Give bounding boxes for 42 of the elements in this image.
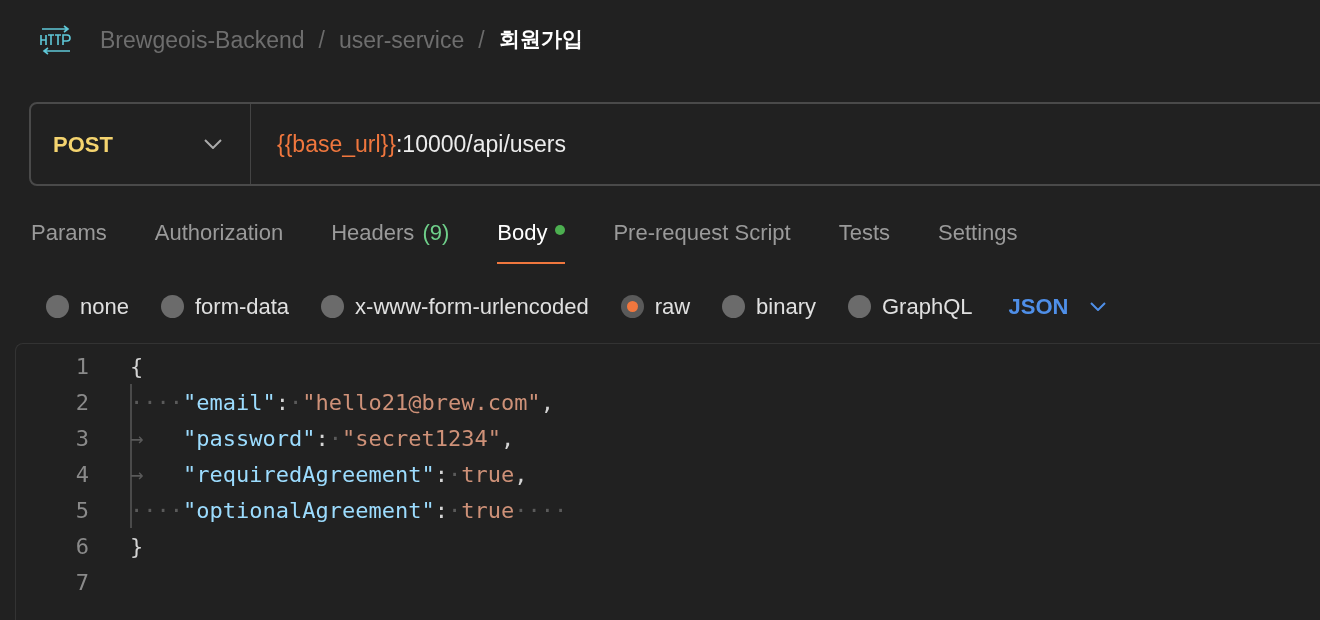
line-number: 4 bbox=[74, 460, 89, 489]
code-line: { bbox=[130, 352, 144, 381]
radio-button[interactable] bbox=[160, 294, 184, 318]
breadcrumb-separator: / bbox=[318, 25, 325, 55]
url-input[interactable]: {{base_url}}:10000/api/users bbox=[277, 126, 567, 162]
http-icon bbox=[38, 25, 74, 55]
radio-option[interactable]: GraphQL bbox=[848, 289, 973, 323]
line-number: 5 bbox=[74, 496, 89, 525]
radio-button[interactable] bbox=[46, 294, 69, 318]
code-line: } bbox=[130, 532, 144, 561]
radio-option[interactable]: none bbox=[46, 289, 129, 323]
radio-option[interactable]: raw bbox=[620, 289, 691, 323]
code-line: ····"email":·"hello21@brew.com", bbox=[130, 388, 554, 417]
chevron-down-icon bbox=[1090, 301, 1107, 311]
radio-option[interactable]: binary bbox=[722, 289, 816, 323]
line-number: 1 bbox=[74, 352, 89, 381]
code-line: ····"optionalAgreement":·true···· bbox=[130, 496, 568, 525]
format-dropdown[interactable]: JSON bbox=[1008, 289, 1107, 323]
tab[interactable]: Body bbox=[497, 216, 566, 264]
method-dropdown[interactable]: POST bbox=[31, 104, 251, 184]
radio-button[interactable] bbox=[620, 294, 644, 318]
breadcrumb-item[interactable]: 회원가입 bbox=[498, 24, 583, 56]
tab[interactable]: Settings bbox=[938, 216, 1018, 264]
tab[interactable]: Headers (9) bbox=[331, 216, 450, 264]
tab[interactable]: Pre-request Script bbox=[613, 216, 791, 264]
radio-button[interactable] bbox=[321, 294, 345, 318]
breadcrumb-separator: / bbox=[478, 25, 485, 55]
code-line: → "password":·"secret1234", bbox=[130, 424, 515, 453]
line-number: 7 bbox=[74, 568, 89, 597]
radio-button[interactable] bbox=[722, 294, 746, 318]
radio-button[interactable] bbox=[848, 294, 871, 318]
code-editor[interactable]: 1 { 2 ····"email":·"hello21@brew.com", 3 → "password":·"secret1234", 4 → "requiredAgreement":·true, 5 ····"optionalAgreement":·true···· 6 } 7 bbox=[15, 343, 1320, 620]
line-number: 6 bbox=[74, 532, 89, 561]
radio-option[interactable]: x-www-form-urlencoded bbox=[321, 289, 589, 323]
line-number: 3 bbox=[74, 424, 89, 453]
tab[interactable]: Authorization bbox=[154, 216, 284, 264]
chevron-down-icon bbox=[204, 139, 222, 149]
radio-option[interactable]: form-data bbox=[160, 289, 290, 323]
tab[interactable]: Params bbox=[31, 216, 107, 264]
line-number: 2 bbox=[74, 388, 89, 417]
tab[interactable]: Tests bbox=[838, 216, 891, 264]
code-line: → "requiredAgreement":·true, bbox=[130, 460, 528, 489]
